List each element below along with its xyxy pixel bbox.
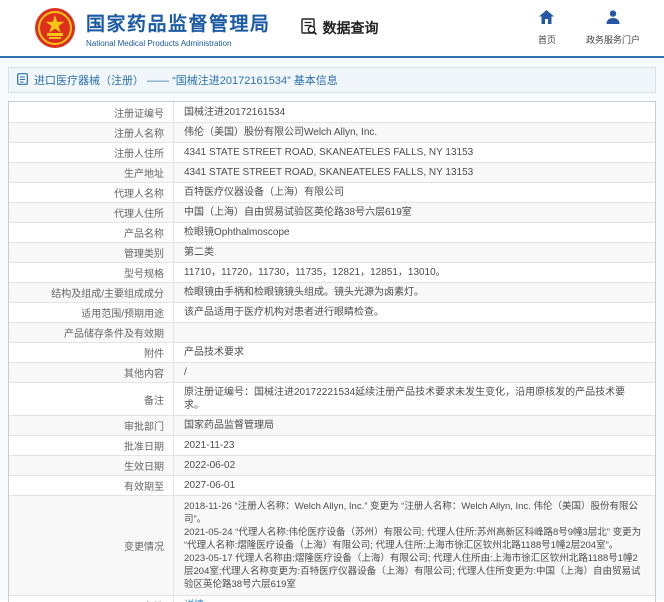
table-row: 批准日期 2021-11-23 [9,435,655,455]
row-value [174,323,655,342]
table-row: 产品储存条件及有效期 [9,322,655,342]
document-icon [17,73,28,88]
agency-name-cn: 国家药品监督管理局 [86,9,271,36]
row-label: 生效日期 [9,456,174,475]
row-value: 检眼镜由手柄和检眼镜镜头组成。镜头光源为卤素灯。 [174,283,655,302]
row-value: 2021-11-23 [174,436,655,455]
row-value: 产品技术要求 [174,343,655,362]
table-row: 管理类别 第二类 [9,242,655,262]
row-label: 批准日期 [9,436,174,455]
row-label: 有效期至 [9,476,174,495]
row-value: 该产品适用于医疗机构对患者进行眼睛检查。 [174,303,655,322]
row-value: 原注册证编号：国械注进20172221534延续注册产品技术要求未发生变化，沿用… [174,383,655,415]
nav-home-label: 首页 [538,33,556,46]
header-nav: 首页 政务服务门户 [538,10,650,46]
row-value: 百特医疗仪器设备（上海）有限公司 [174,183,655,202]
row-value: 2027-06-01 [174,476,655,495]
row-label: 代理人名称 [9,183,174,202]
breadcrumb-text: 进口医疗器械（注册） —— “国械注进20172161534” 基本信息 [34,72,338,88]
row-value: 4341 STATE STREET ROAD, SKANEATELES FALL… [174,143,655,162]
table-row: 适用范围/预期用途 该产品适用于医疗机构对患者进行眼睛检查。 [9,302,655,322]
nav-gov-portal-label: 政务服务门户 [586,33,640,46]
table-row: 备注 原注册证编号：国械注进20172221534延续注册产品技术要求未发生变化… [9,382,655,415]
user-icon [606,10,620,29]
table-row: 生产地址 4341 STATE STREET ROAD, SKANEATELES… [9,162,655,182]
page-content: 进口医疗器械（注册） —— “国械注进20172161534” 基本信息 注册证… [0,58,664,600]
row-label: 产品储存条件及有效期 [9,323,174,342]
row-value: / [174,363,655,382]
home-icon [539,10,554,29]
table-row: 注册人住所 4341 STATE STREET ROAD, SKANEATELE… [9,142,655,162]
nav-gov-portal[interactable]: 政务服务门户 [586,10,640,46]
agency-logo-group: 国家药品监督管理局 National Medical Products Admi… [34,7,271,49]
table-row: 附件 产品技术要求 [9,342,655,362]
nav-data-query[interactable]: 数据查询 [301,18,379,38]
data-query-icon [301,18,318,38]
row-value: 2022-06-02 [174,456,655,475]
table-row-remark-detail: 备注 详情 [9,595,655,602]
row-label: 注册证编号 [9,102,174,122]
table-row: 有效期至 2027-06-01 [9,475,655,495]
row-label: 审批部门 [9,416,174,435]
table-row-change-history: 变更情况 2018-11-26 “注册人名称：Welch Allyn, Inc.… [9,495,655,595]
row-label: 结构及组成/主要组成成分 [9,283,174,302]
row-label: 适用范围/预期用途 [9,303,174,322]
agency-name-en: National Medical Products Administration [86,39,271,48]
row-label: 变更情况 [9,496,174,595]
agency-title-block: 国家药品监督管理局 National Medical Products Admi… [86,9,271,48]
table-row: 型号规格 11710，11720，11730，11735，12821，12851… [9,262,655,282]
row-value: 国械注进20172161534 [174,102,655,122]
table-row: 其他内容 / [9,362,655,382]
row-value: 伟伦（美国）股份有限公司Welch Allyn, Inc. [174,123,655,142]
table-row: 产品名称 检眼镜Ophthalmoscope [9,222,655,242]
row-label: 备注 [9,383,174,415]
row-label: 其他内容 [9,363,174,382]
site-header: 国家药品监督管理局 National Medical Products Admi… [0,0,664,58]
nav-home[interactable]: 首页 [538,10,556,46]
row-label: 备注 [9,596,174,602]
table-row: 代理人住所 中国（上海）自由贸易试验区英伦路38号六层619室 [9,202,655,222]
table-row: 审批部门 国家药品监督管理局 [9,415,655,435]
registration-info-table: 注册证编号 国械注进20172161534 注册人名称 伟伦（美国）股份有限公司… [8,101,656,602]
row-label: 管理类别 [9,243,174,262]
row-value: 国家药品监督管理局 [174,416,655,435]
row-value: 4341 STATE STREET ROAD, SKANEATELES FALL… [174,163,655,182]
row-label: 型号规格 [9,263,174,282]
row-value: 详情 [174,596,655,602]
breadcrumb: 进口医疗器械（注册） —— “国械注进20172161534” 基本信息 [8,67,656,93]
table-row: 注册证编号 国械注进20172161534 [9,102,655,122]
table-row: 结构及组成/主要组成成分 检眼镜由手柄和检眼镜镜头组成。镜头光源为卤素灯。 [9,282,655,302]
row-label: 产品名称 [9,223,174,242]
row-value: 检眼镜Ophthalmoscope [174,223,655,242]
row-label: 注册人住所 [9,143,174,162]
row-value: 第二类 [174,243,655,262]
row-value: 中国（上海）自由贸易试验区英伦路38号六层619室 [174,203,655,222]
row-label: 注册人名称 [9,123,174,142]
table-row: 生效日期 2022-06-02 [9,455,655,475]
row-value: 11710，11720，11730，11735，12821，12851，1301… [174,263,655,282]
row-label: 附件 [9,343,174,362]
row-value: 2018-11-26 “注册人名称：Welch Allyn, Inc.” 变更为… [174,496,655,595]
national-emblem-icon [34,7,76,49]
row-label: 生产地址 [9,163,174,182]
table-row: 代理人名称 百特医疗仪器设备（上海）有限公司 [9,182,655,202]
table-row: 注册人名称 伟伦（美国）股份有限公司Welch Allyn, Inc. [9,122,655,142]
data-query-label: 数据查询 [323,18,379,38]
row-label: 代理人住所 [9,203,174,222]
